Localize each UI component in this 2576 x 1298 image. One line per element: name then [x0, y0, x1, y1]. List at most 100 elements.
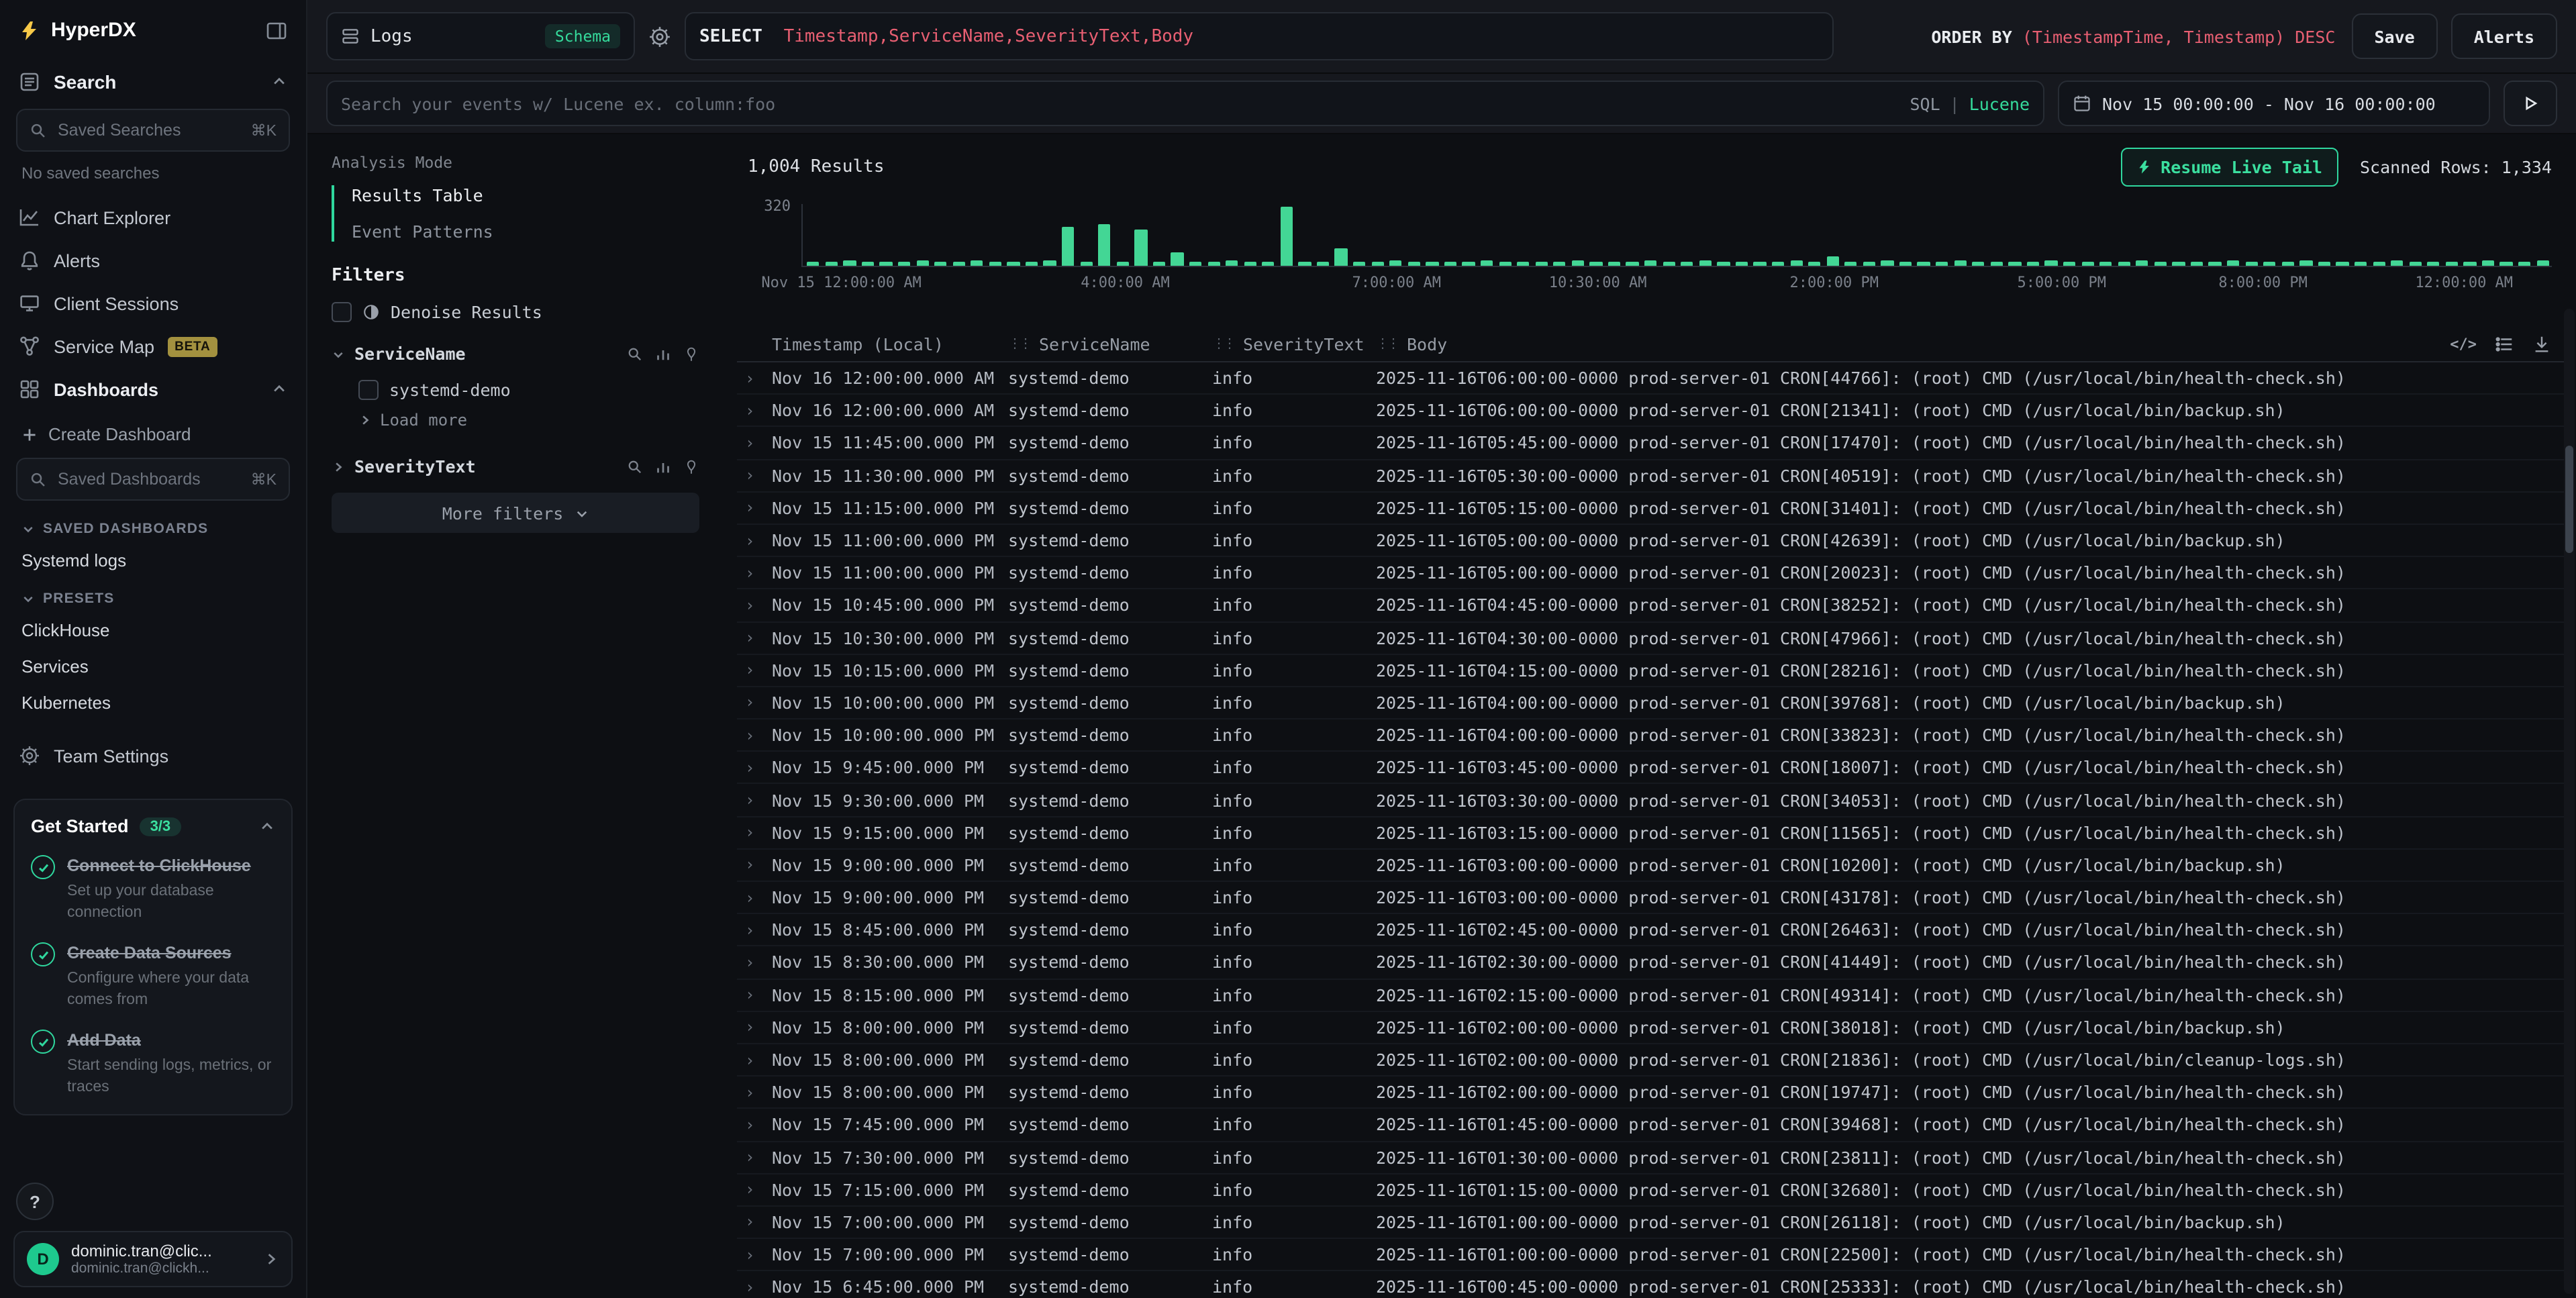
table-row[interactable]: ›Nov 15 11:00:00.000 PMsystemd-demoinfo2… — [737, 525, 2571, 557]
drag-grip-icon[interactable]: ⋮⋮ — [1212, 336, 1234, 351]
row-expand-icon[interactable]: › — [740, 1148, 772, 1166]
table-row[interactable]: ›Nov 15 9:45:00.000 PMsystemd-demoinfo20… — [737, 752, 2571, 785]
row-expand-icon[interactable]: › — [740, 499, 772, 517]
sidebar-item-chart-explorer[interactable]: Chart Explorer — [0, 196, 306, 239]
row-expand-icon[interactable]: › — [740, 1083, 772, 1101]
drag-grip-icon[interactable]: ⋮⋮ — [1008, 336, 1030, 351]
row-expand-icon[interactable]: › — [740, 856, 772, 875]
row-expand-icon[interactable]: › — [740, 434, 772, 452]
facet-chart-icon[interactable] — [655, 346, 671, 362]
row-expand-icon[interactable]: › — [740, 985, 772, 1004]
sidebar-item-systemd-logs[interactable]: Systemd logs — [0, 542, 306, 579]
table-row[interactable]: ›Nov 15 7:00:00.000 PMsystemd-demoinfo20… — [737, 1239, 2571, 1271]
more-filters-button[interactable]: More filters — [332, 493, 699, 533]
sidebar-item-clickhouse[interactable]: ClickHouse — [0, 612, 306, 648]
table-row[interactable]: ›Nov 15 8:00:00.000 PMsystemd-demoinfo20… — [737, 1012, 2571, 1044]
col-timestamp[interactable]: Timestamp (Local) — [772, 334, 1008, 354]
row-expand-icon[interactable]: › — [740, 1213, 772, 1232]
table-display-options-icon[interactable] — [2494, 334, 2514, 354]
chevron-up-icon[interactable] — [259, 818, 275, 834]
denoise-results-row[interactable]: Denoise Results — [332, 302, 699, 322]
sidebar-item-search[interactable]: Search — [0, 60, 306, 103]
help-button[interactable]: ? — [16, 1183, 54, 1220]
facet-search-icon[interactable] — [627, 458, 643, 475]
load-more-button[interactable]: Load more — [332, 407, 699, 443]
col-servicename[interactable]: ⋮⋮ServiceName — [1008, 334, 1212, 354]
row-expand-icon[interactable]: › — [740, 921, 772, 940]
saved-searches-input[interactable]: Saved Searches ⌘K — [16, 109, 290, 152]
table-row[interactable]: ›Nov 15 8:45:00.000 PMsystemd-demoinfo20… — [737, 914, 2571, 946]
get-started-step-sources[interactable]: Create Data Sources Configure where your… — [31, 941, 275, 1011]
facet-servicename[interactable]: ServiceName — [332, 344, 699, 364]
alerts-button[interactable]: Alerts — [2451, 13, 2557, 59]
facet-value-systemd-demo[interactable]: systemd-demo — [332, 375, 699, 407]
table-row[interactable]: ›Nov 15 6:45:00.000 PMsystemd-demoinfo20… — [737, 1272, 2571, 1298]
row-expand-icon[interactable]: › — [740, 368, 772, 387]
table-row[interactable]: ›Nov 16 12:00:00.000 AMsystemd-demoinfo2… — [737, 395, 2571, 427]
table-row[interactable]: ›Nov 15 10:15:00.000 PMsystemd-demoinfo2… — [737, 654, 2571, 687]
row-expand-icon[interactable]: › — [740, 758, 772, 777]
table-row[interactable]: ›Nov 15 7:30:00.000 PMsystemd-demoinfo20… — [737, 1142, 2571, 1174]
row-expand-icon[interactable]: › — [740, 953, 772, 972]
row-expand-icon[interactable]: › — [740, 531, 772, 550]
sidebar-item-services[interactable]: Services — [0, 648, 306, 685]
table-row[interactable]: ›Nov 15 9:15:00.000 PMsystemd-demoinfo20… — [737, 817, 2571, 849]
table-row[interactable]: ›Nov 15 8:00:00.000 PMsystemd-demoinfo20… — [737, 1077, 2571, 1109]
table-row[interactable]: ›Nov 15 11:30:00.000 PMsystemd-demoinfo2… — [737, 460, 2571, 492]
table-row[interactable]: ›Nov 15 10:30:00.000 PMsystemd-demoinfo2… — [737, 622, 2571, 654]
search-events-input[interactable]: Search your events w/ Lucene ex. column:… — [326, 81, 2044, 126]
scrollbar-thumb[interactable] — [2565, 446, 2573, 553]
table-row[interactable]: ›Nov 15 8:00:00.000 PMsystemd-demoinfo20… — [737, 1044, 2571, 1077]
table-row[interactable]: ›Nov 15 10:45:00.000 PMsystemd-demoinfo2… — [737, 590, 2571, 622]
facet-pin-icon[interactable] — [683, 346, 699, 362]
date-range-picker[interactable]: Nov 15 00:00:00 - Nov 16 00:00:00 — [2058, 81, 2490, 126]
sidebar-item-team-settings[interactable]: Team Settings — [0, 734, 306, 777]
col-body[interactable]: ⋮⋮Body — [1376, 334, 2431, 354]
row-expand-icon[interactable]: › — [740, 823, 772, 842]
table-row[interactable]: ›Nov 15 7:45:00.000 PMsystemd-demoinfo20… — [737, 1109, 2571, 1142]
col-severitytext[interactable]: ⋮⋮SeverityText — [1212, 334, 1376, 354]
source-selector[interactable]: Logs Schema — [326, 12, 635, 60]
row-expand-icon[interactable]: › — [740, 466, 772, 485]
facet-search-icon[interactable] — [627, 346, 643, 362]
drag-grip-icon[interactable]: ⋮⋮ — [1376, 336, 1397, 351]
row-expand-icon[interactable]: › — [740, 1245, 772, 1264]
table-row[interactable]: ›Nov 16 12:00:00.000 AMsystemd-demoinfo2… — [737, 362, 2571, 395]
table-row[interactable]: ›Nov 15 8:30:00.000 PMsystemd-demoinfo20… — [737, 947, 2571, 979]
row-expand-icon[interactable]: › — [740, 1181, 772, 1199]
table-row[interactable]: ›Nov 15 11:00:00.000 PMsystemd-demoinfo2… — [737, 557, 2571, 589]
row-expand-icon[interactable]: › — [740, 791, 772, 809]
saved-dashboards-input[interactable]: Saved Dashboards ⌘K — [16, 458, 290, 501]
row-expand-icon[interactable]: › — [740, 1018, 772, 1037]
denoise-checkbox[interactable] — [332, 302, 352, 322]
get-started-step-add-data[interactable]: Add Data Start sending logs, metrics, or… — [31, 1028, 275, 1098]
table-row[interactable]: ›Nov 15 9:30:00.000 PMsystemd-demoinfo20… — [737, 785, 2571, 817]
code-view-icon[interactable]: </> — [2450, 335, 2477, 352]
presets-section-header[interactable]: PRESETS — [0, 579, 306, 612]
source-settings-gear-icon[interactable] — [648, 25, 671, 48]
sidebar-item-client-sessions[interactable]: Client Sessions — [0, 282, 306, 325]
row-expand-icon[interactable]: › — [740, 401, 772, 420]
row-expand-icon[interactable]: › — [740, 1115, 772, 1134]
sidebar-item-kubernetes[interactable]: Kubernetes — [0, 685, 306, 721]
row-expand-icon[interactable]: › — [740, 726, 772, 744]
row-expand-icon[interactable]: › — [740, 661, 772, 680]
mode-event-patterns[interactable]: Event Patterns — [352, 221, 699, 242]
row-expand-icon[interactable]: › — [740, 1278, 772, 1297]
table-row[interactable]: ›Nov 15 8:15:00.000 PMsystemd-demoinfo20… — [737, 979, 2571, 1011]
collapse-sidebar-icon[interactable] — [266, 19, 287, 41]
table-row[interactable]: ›Nov 15 7:00:00.000 PMsystemd-demoinfo20… — [737, 1207, 2571, 1239]
row-expand-icon[interactable]: › — [740, 563, 772, 582]
mode-results-table[interactable]: Results Table — [352, 185, 699, 205]
table-row[interactable]: ›Nov 15 11:15:00.000 PMsystemd-demoinfo2… — [737, 493, 2571, 525]
facet-value-checkbox[interactable] — [358, 380, 379, 400]
row-expand-icon[interactable]: › — [740, 888, 772, 907]
mode-lucene-toggle[interactable]: Lucene — [1969, 93, 2030, 113]
facet-severitytext[interactable]: SeverityText — [332, 456, 699, 477]
sidebar-item-service-map[interactable]: Service Map BETA — [0, 325, 306, 368]
row-expand-icon[interactable]: › — [740, 628, 772, 647]
sidebar-item-dashboards[interactable]: Dashboards — [0, 368, 306, 411]
user-menu[interactable]: D dominic.tran@clic... dominic.tran@clic… — [13, 1231, 293, 1287]
row-expand-icon[interactable]: › — [740, 1050, 772, 1069]
facet-chart-icon[interactable] — [655, 458, 671, 475]
